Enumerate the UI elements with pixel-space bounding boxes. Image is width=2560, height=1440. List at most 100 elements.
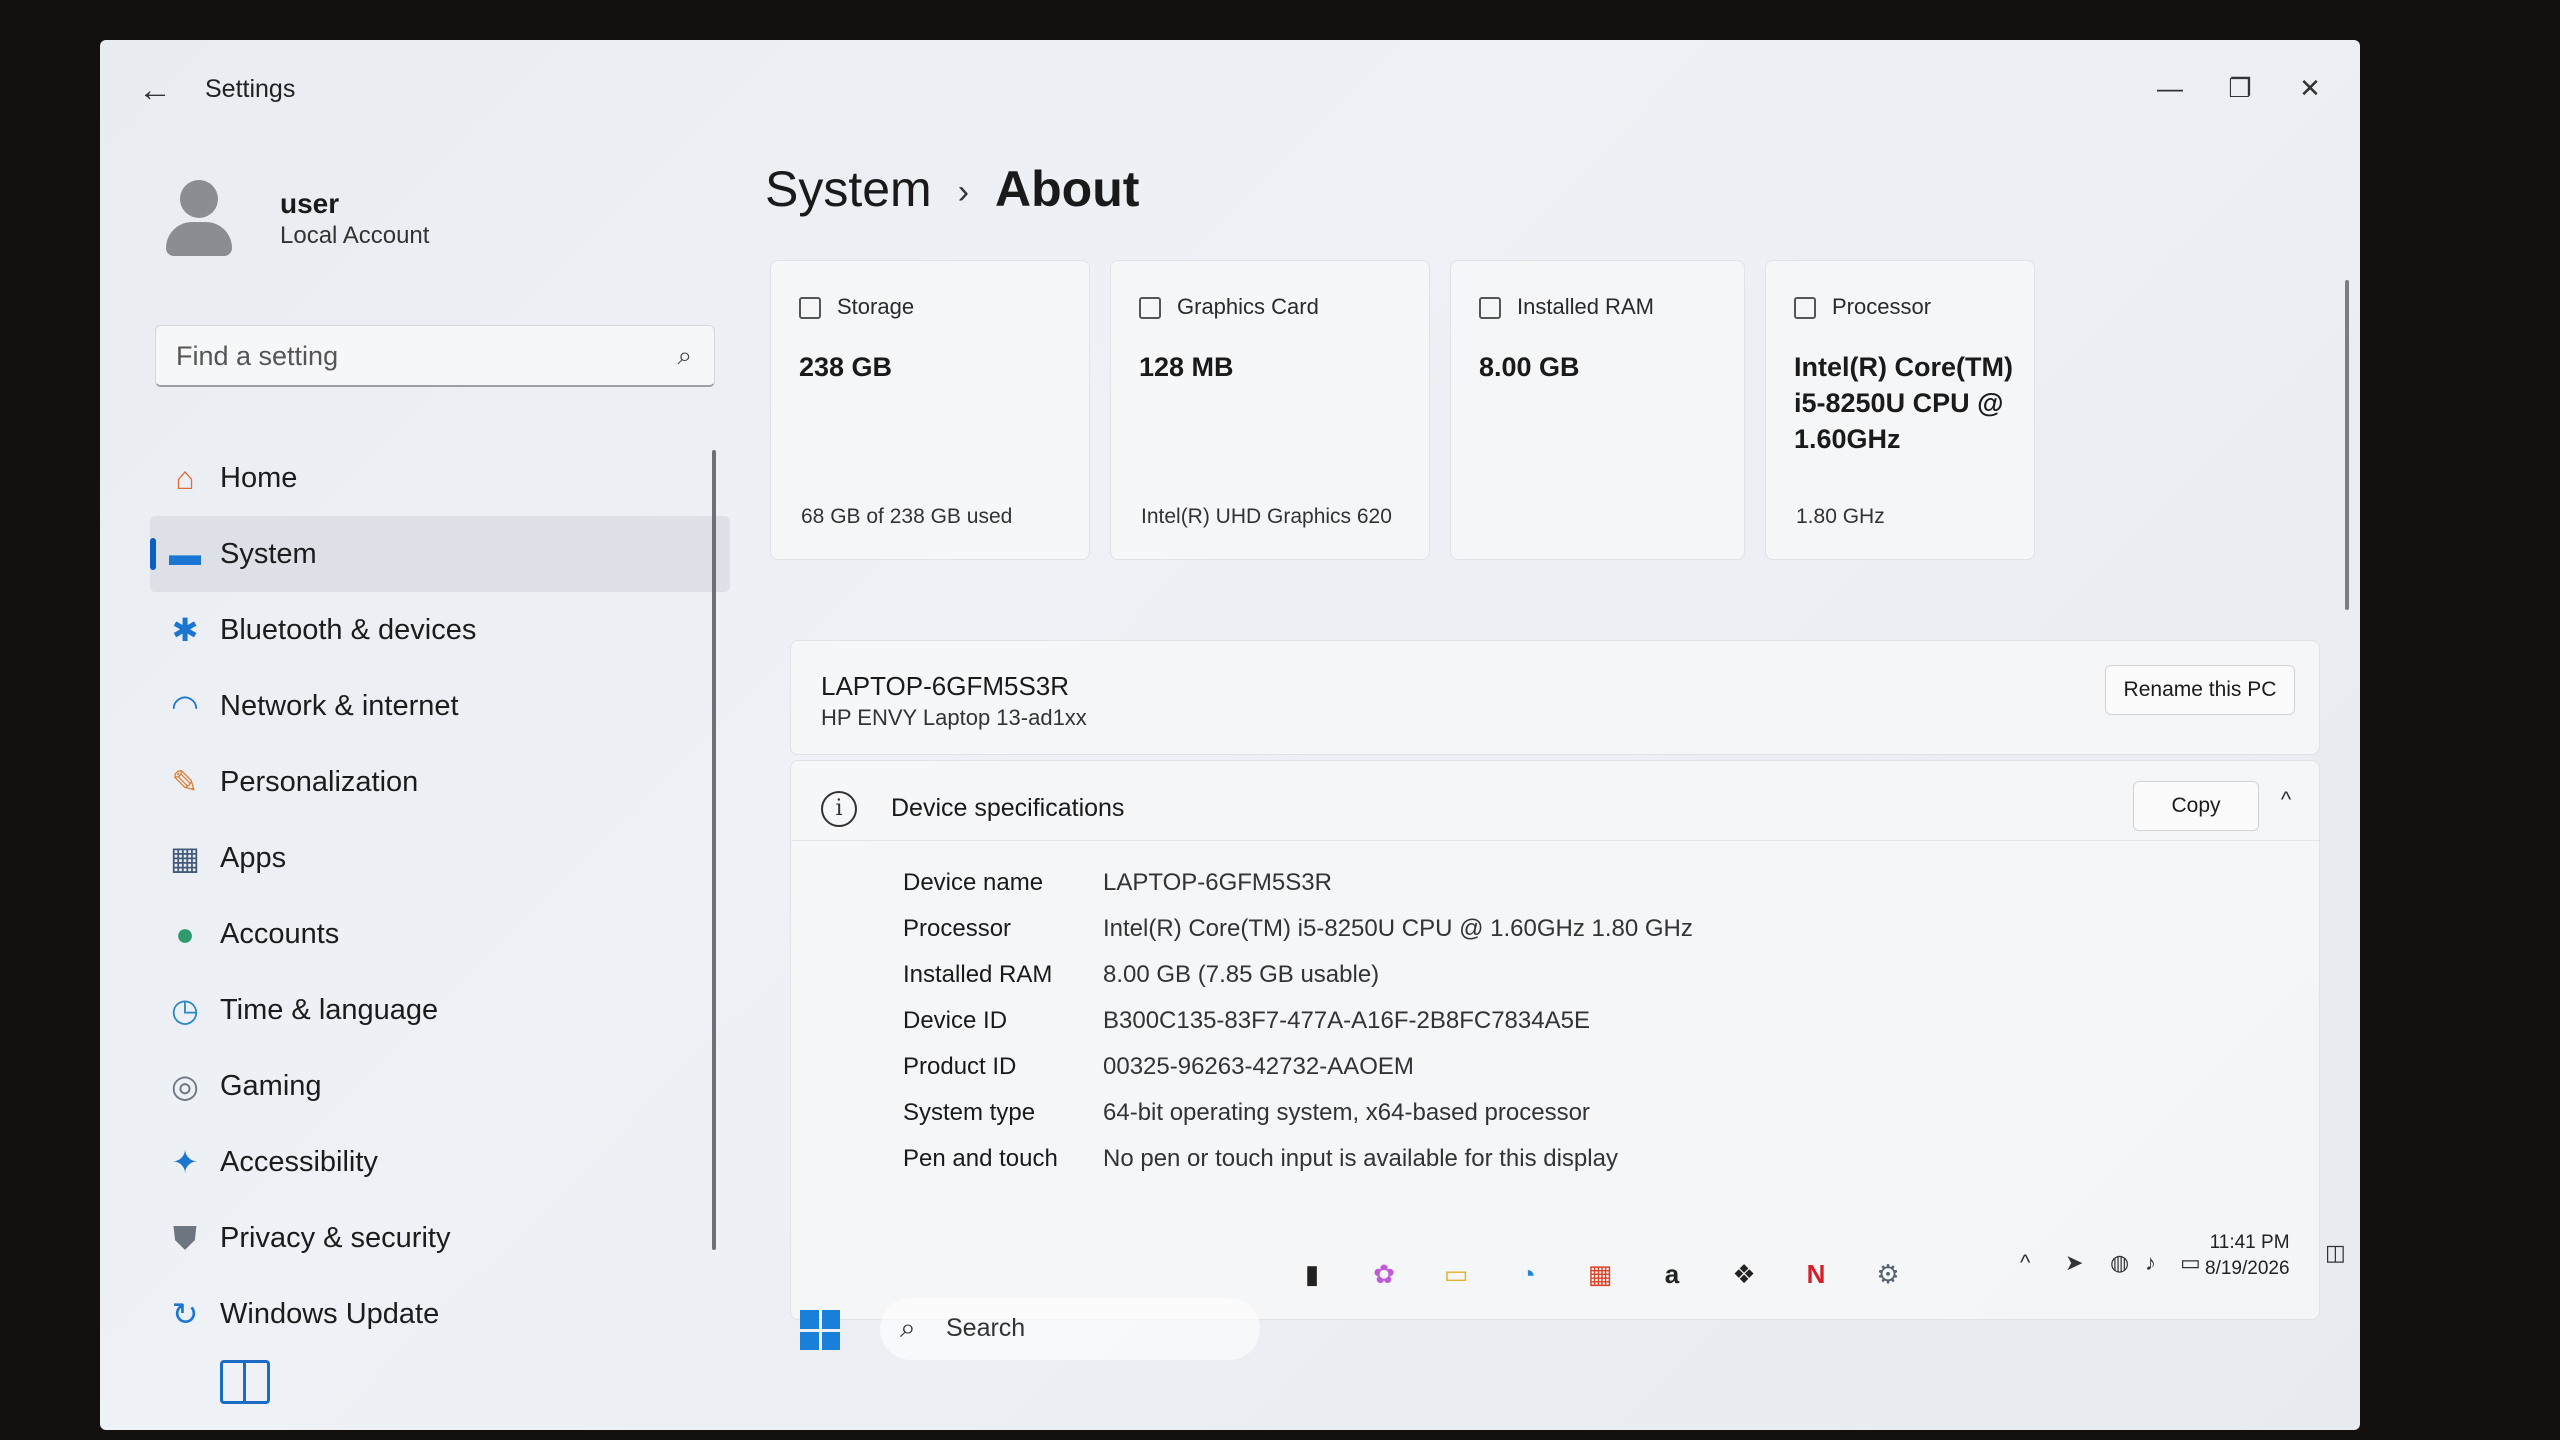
- maximize-button[interactable]: ❐: [2210, 68, 2270, 108]
- spec-value: 8.00 GB (7.85 GB usable): [1103, 961, 1380, 988]
- sidebar-item-accessibility[interactable]: ✦ Accessibility: [150, 1124, 730, 1200]
- personalization-icon: ✎: [171, 764, 199, 800]
- card-value: Intel(R) Core(TM) i5-8250U CPU @ 1.60GHz: [1794, 352, 2013, 454]
- sidebar-item-label: Apps: [220, 841, 287, 874]
- rename-pc-button[interactable]: Rename this PC: [2105, 665, 2295, 715]
- sidebar-item-label: Network & internet: [220, 689, 459, 722]
- sidebar-item-label: Personalization: [220, 765, 419, 798]
- widgets-icon[interactable]: [220, 1360, 270, 1404]
- clock-time: 11:41 PM: [2209, 1232, 2290, 1253]
- accounts-icon: ●: [175, 916, 195, 952]
- graphics-card-card: Graphics Card 128 MB Intel(R) UHD Graphics…: [1110, 260, 1430, 560]
- copilot-icon[interactable]: ✿: [1362, 1252, 1406, 1296]
- battery-icon[interactable]: ▭: [2180, 1250, 2201, 1276]
- sidebar-item-home[interactable]: ⌂ Home: [150, 440, 730, 516]
- globe-icon[interactable]: ◍: [2110, 1250, 2129, 1276]
- dropbox-icon[interactable]: ❖: [1722, 1252, 1766, 1296]
- sidebar-item-bluetooth-devices[interactable]: ✱ Bluetooth & devices: [150, 592, 730, 668]
- page-title: About: [995, 161, 1140, 217]
- spec-value: Intel(R) Core(TM) i5-8250U CPU @ 1.60GHz…: [1103, 915, 1693, 942]
- sidebar-item-time-language[interactable]: ◷ Time & language: [150, 972, 730, 1048]
- sidebar-item-label: Accounts: [220, 917, 340, 950]
- notification-icon[interactable]: ◫: [2325, 1240, 2346, 1266]
- sidebar-item-label: Time & language: [220, 993, 439, 1026]
- breadcrumb: System › About: [765, 160, 1139, 218]
- task-view-icon[interactable]: ▮: [1290, 1252, 1334, 1296]
- card-value: 128 MB: [1139, 352, 1234, 382]
- sidebar-item-system[interactable]: ▬ System: [150, 516, 730, 592]
- sidebar-item-gaming[interactable]: ◎ Gaming: [150, 1048, 730, 1124]
- sidebar-item-label: Windows Update: [220, 1297, 440, 1330]
- device-specifications-title: Device specifications: [891, 794, 1125, 822]
- search-icon[interactable]: ⌕: [677, 340, 692, 372]
- back-button[interactable]: ←: [130, 70, 180, 110]
- minimize-button[interactable]: —: [2140, 68, 2200, 108]
- spec-row: Processor Intel(R) Core(TM) i5-8250U CPU …: [791, 907, 2319, 953]
- pc-name-panel: LAPTOP-6GFM5S3R HP ENVY Laptop 13-ad1xx …: [790, 640, 2320, 755]
- main-scrollbar[interactable]: [2345, 280, 2349, 610]
- sidebar-item-personalization[interactable]: ✎ Personalization: [150, 744, 730, 820]
- sidebar-item-windows-update[interactable]: ↻ Windows Update: [150, 1276, 730, 1352]
- sidebar-item-network-internet[interactable]: ◠ Network & internet: [150, 668, 730, 744]
- spec-value: 00325-96263-42732-AAOEM: [1103, 1053, 1414, 1080]
- location-icon[interactable]: ➤: [2065, 1250, 2083, 1276]
- sidebar-item-label: Gaming: [220, 1069, 322, 1102]
- sidebar-item-label: System: [220, 537, 317, 570]
- device-specifications-header[interactable]: i Device specifications Copy ^: [791, 761, 2319, 841]
- amazon-icon[interactable]: a: [1650, 1252, 1694, 1296]
- card-subtext: Intel(R) UHD Graphics 620: [1141, 505, 1392, 528]
- card-value: 238 GB: [799, 352, 893, 382]
- spec-key: Product ID: [903, 1053, 1017, 1080]
- spec-key: Installed RAM: [903, 961, 1053, 988]
- spec-key: Device name: [903, 869, 1044, 896]
- card-title: Graphics Card: [1177, 294, 1319, 319]
- edge-icon[interactable]: ◔: [1506, 1252, 1550, 1296]
- app-title: Settings: [205, 75, 296, 103]
- sidebar-scrollbar[interactable]: [712, 450, 716, 1250]
- storage-card: Storage 238 GB 68 GB of 238 GB used: [770, 260, 1090, 560]
- account-type: Local Account: [280, 222, 430, 249]
- search-input[interactable]: [176, 338, 646, 374]
- windows-start-icon[interactable]: [800, 1310, 840, 1350]
- store-icon[interactable]: ▦: [1578, 1252, 1622, 1296]
- spec-value: LAPTOP-6GFM5S3R: [1103, 869, 1332, 896]
- taskbar-clock[interactable]: 11:41 PM 8/19/2026: [2205, 1230, 2290, 1282]
- spec-value: B300C135-83F7-477A-A16F-2B8FC7834A5E: [1103, 1007, 1590, 1034]
- network-internet-icon: ◠: [171, 688, 199, 724]
- apps-icon: ▦: [169, 840, 201, 876]
- avatar: [160, 180, 238, 258]
- sidebar-nav: ⌂ Home ▬ System ✱ Bluetooth & devices ◠ Network…: [150, 440, 730, 1352]
- volume-icon[interactable]: ♪: [2145, 1250, 2156, 1276]
- card-title: Storage: [837, 294, 915, 319]
- spec-list: Device name LAPTOP-6GFM5S3R Processor Intel…: [791, 861, 2319, 1183]
- taskbar-search[interactable]: ⌕ Search: [880, 1298, 1260, 1360]
- arrow-left-icon: ←: [138, 71, 172, 109]
- taskbar-search-label: Search: [946, 1314, 1026, 1342]
- windows-update-icon: ↻: [171, 1296, 199, 1332]
- settings-icon[interactable]: ⚙: [1866, 1252, 1910, 1296]
- pc-model: HP ENVY Laptop 13-ad1xx: [821, 705, 1087, 730]
- close-button[interactable]: ✕: [2280, 68, 2340, 108]
- spec-row: Installed RAM 8.00 GB (7.85 GB usable): [791, 953, 2319, 999]
- user-name: user: [280, 188, 340, 219]
- graphics-card-icon: [1139, 297, 1161, 319]
- sidebar-item-label: Accessibility: [220, 1145, 378, 1178]
- netflix-icon[interactable]: N: [1794, 1252, 1838, 1296]
- spec-key: Device ID: [903, 1007, 1008, 1034]
- gaming-icon: ◎: [171, 1068, 199, 1104]
- sidebar-item-accounts[interactable]: ● Accounts: [150, 896, 730, 972]
- settings-search-box[interactable]: ⌕: [155, 325, 715, 387]
- search-icon: ⌕: [900, 1312, 916, 1343]
- breadcrumb-parent[interactable]: System: [765, 161, 932, 217]
- card-value: 8.00 GB: [1479, 352, 1580, 382]
- chevron-up-icon[interactable]: ^: [2020, 1250, 2030, 1276]
- taskbar: ⌕ Search ▮ ✿ ▭ ◔ ▦ a ❖ N ⚙ ^ ➤ ◍ ♪ ▭ 11:41 PM 8/…: [700, 1160, 2360, 1400]
- sidebar-item-apps[interactable]: ▦ Apps: [150, 820, 730, 896]
- file-explorer-icon[interactable]: ▭: [1434, 1252, 1478, 1296]
- copy-button[interactable]: Copy: [2133, 781, 2259, 831]
- chevron-up-icon[interactable]: ^: [2271, 787, 2301, 817]
- spec-row: Device name LAPTOP-6GFM5S3R: [791, 861, 2319, 907]
- spec-row: Product ID 00325-96263-42732-AAOEM: [791, 1045, 2319, 1091]
- sidebar-item-label: Bluetooth & devices: [220, 613, 477, 646]
- sidebar-item-privacy-security[interactable]: ⛊ Privacy & security: [150, 1200, 730, 1276]
